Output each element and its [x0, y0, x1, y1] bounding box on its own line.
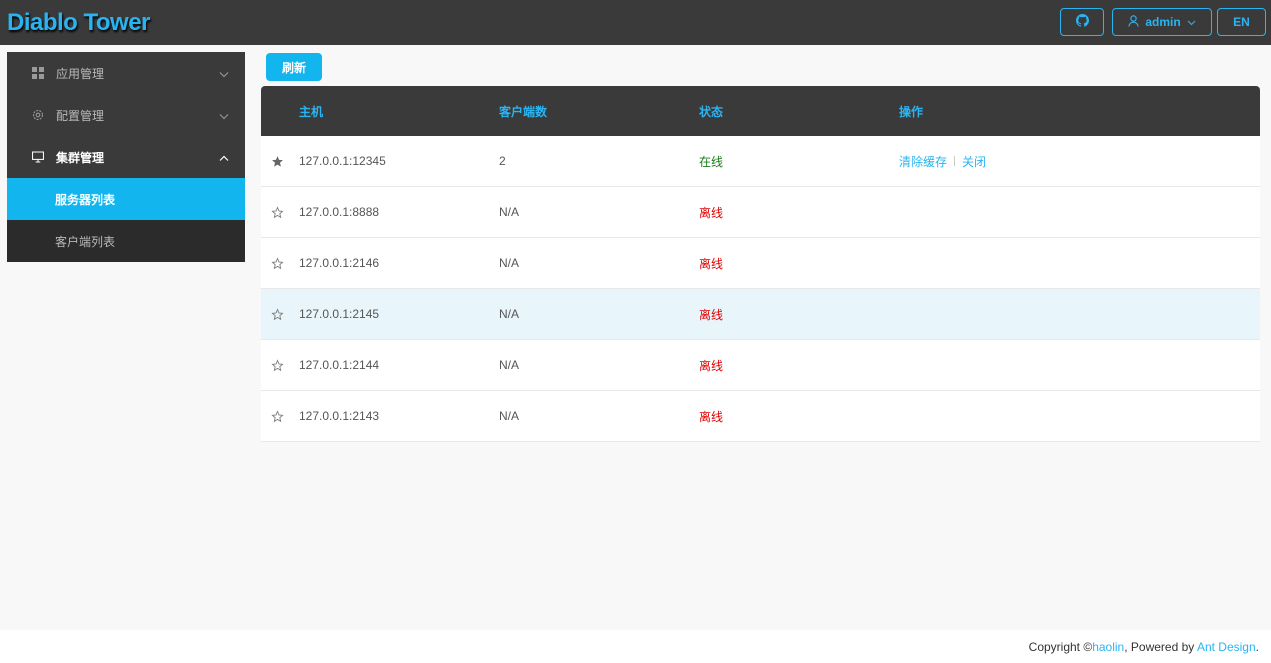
chevron-down-icon — [219, 67, 229, 81]
footer: Copyright ©haolin, Powered by Ant Design… — [0, 630, 1271, 663]
sidebar-item-label: 配置管理 — [56, 108, 105, 123]
clients-cell: N/A — [499, 409, 520, 423]
star-outline-icon[interactable] — [269, 289, 285, 339]
sidebar: 应用管理 配置管理 集群管理 服务器列表 客户端列表 — [7, 52, 245, 262]
sidebar-item-label: 应用管理 — [56, 66, 105, 81]
clients-cell: 2 — [499, 154, 506, 168]
status-badge: 离线 — [699, 358, 724, 373]
close-link[interactable]: 关闭 — [962, 153, 986, 170]
status-badge: 离线 — [699, 256, 724, 271]
setting-icon — [32, 109, 44, 121]
clear-cache-link[interactable]: 清除缓存 — [899, 153, 947, 170]
host-cell: 127.0.0.1:2146 — [299, 256, 380, 270]
sidebar-item-app-management[interactable]: 应用管理 — [7, 52, 245, 94]
table-body: 127.0.0.1:12345 2 在线 清除缓存 关闭 127.0.0.1:8888 N/… — [261, 136, 1260, 442]
star-outline-icon[interactable] — [269, 187, 285, 237]
footer-period: . — [1255, 640, 1259, 654]
table-row[interactable]: 127.0.0.1:2145 N/A 离线 — [261, 289, 1260, 340]
clients-cell: N/A — [499, 256, 520, 270]
author-link[interactable]: haolin — [1092, 640, 1124, 654]
column-header-host[interactable]: 主机 — [299, 86, 323, 136]
star-outline-icon[interactable] — [269, 238, 285, 288]
table-row[interactable]: 127.0.0.1:12345 2 在线 清除缓存 关闭 — [261, 136, 1260, 187]
github-button[interactable] — [1060, 8, 1104, 36]
host-cell: 127.0.0.1:12345 — [299, 154, 386, 168]
column-header-clients[interactable]: 客户端数 — [499, 86, 547, 136]
user-menu-button[interactable]: admin — [1112, 8, 1212, 36]
github-icon — [1075, 14, 1089, 30]
clients-cell: N/A — [499, 205, 520, 219]
language-button[interactable]: EN — [1217, 8, 1266, 36]
app-header: Diablo Tower admin EN — [0, 0, 1271, 45]
sidebar-item-label: 集群管理 — [56, 150, 105, 165]
action-divider — [954, 156, 956, 166]
host-cell: 127.0.0.1:2143 — [299, 409, 380, 423]
powered-by-text: , Powered by — [1124, 640, 1197, 654]
framework-link[interactable]: Ant Design — [1197, 640, 1256, 654]
clients-cell: N/A — [499, 307, 520, 321]
appstore-icon — [32, 67, 44, 79]
table-row[interactable]: 127.0.0.1:2146 N/A 离线 — [261, 238, 1260, 289]
status-badge: 离线 — [699, 409, 724, 424]
footer-text: Copyright ©haolin, Powered by Ant Design… — [1029, 640, 1259, 654]
table-header: 主机 客户端数 状态 操作 — [261, 86, 1260, 136]
sidebar-item-cluster-management[interactable]: 集群管理 — [7, 136, 245, 178]
user-icon — [1128, 14, 1139, 30]
host-cell: 127.0.0.1:2144 — [299, 358, 380, 372]
clients-cell: N/A — [499, 358, 520, 372]
copyright-text: Copyright © — [1028, 640, 1093, 654]
server-table: 主机 客户端数 状态 操作 127.0.0.1:12345 2 在线 清除缓存 关闭 12… — [261, 86, 1260, 442]
sidebar-item-server-list[interactable]: 服务器列表 — [7, 178, 245, 220]
chevron-down-icon — [219, 109, 229, 123]
desktop-icon — [32, 151, 44, 163]
actions-cell: 清除缓存 关闭 — [899, 136, 986, 186]
chevron-up-icon — [219, 151, 229, 165]
table-row[interactable]: 127.0.0.1:8888 N/A 离线 — [261, 187, 1260, 238]
host-cell: 127.0.0.1:8888 — [299, 205, 380, 219]
column-header-status[interactable]: 状态 — [699, 86, 723, 136]
chevron-down-icon — [1187, 15, 1196, 29]
app-logo[interactable]: Diablo Tower — [7, 9, 150, 37]
star-filled-icon[interactable] — [269, 136, 285, 186]
table-row[interactable]: 127.0.0.1:2144 N/A 离线 — [261, 340, 1260, 391]
status-badge: 离线 — [699, 205, 724, 220]
host-cell: 127.0.0.1:2145 — [299, 307, 380, 321]
sidebar-item-config-management[interactable]: 配置管理 — [7, 94, 245, 136]
column-header-actions: 操作 — [899, 104, 924, 119]
sidebar-item-client-list[interactable]: 客户端列表 — [7, 220, 245, 262]
user-name: admin — [1145, 15, 1181, 29]
star-outline-icon[interactable] — [269, 391, 285, 441]
star-outline-icon[interactable] — [269, 340, 285, 390]
refresh-button[interactable]: 刷新 — [266, 53, 322, 81]
status-badge: 在线 — [699, 154, 724, 169]
status-badge: 离线 — [699, 307, 724, 322]
table-row[interactable]: 127.0.0.1:2143 N/A 离线 — [261, 391, 1260, 442]
